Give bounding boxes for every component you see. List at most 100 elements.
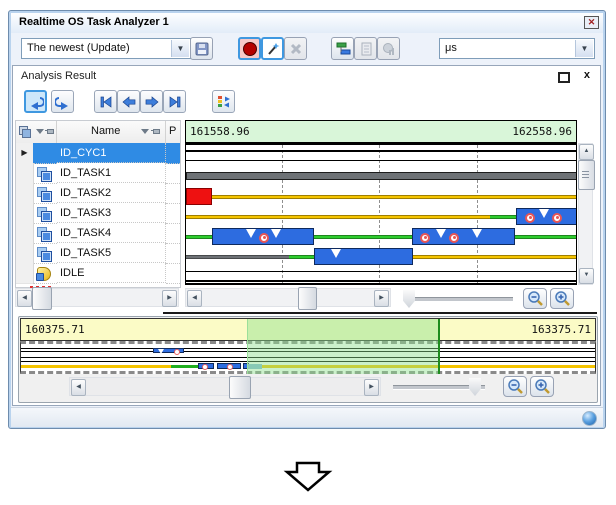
scroll-right-icon[interactable]: ▶ <box>374 290 389 307</box>
table-row[interactable]: IDLE <box>16 263 180 283</box>
header-pin-cell[interactable] <box>16 121 57 143</box>
ID_TASK5-line-segment <box>186 255 289 260</box>
row-indicator-cell <box>16 183 34 204</box>
scroll-right-icon[interactable]: ▶ <box>364 379 379 396</box>
gantt-chart[interactable] <box>185 143 577 285</box>
scroll-up-icon[interactable]: ▲ <box>579 144 594 160</box>
overview-start-value: 160375.71 <box>25 323 85 336</box>
report-button[interactable] <box>354 37 377 60</box>
row-indicator-cell <box>16 243 34 264</box>
header-priority-cell[interactable]: P <box>166 121 180 143</box>
navigation-toolbar <box>13 87 600 118</box>
window-close-button[interactable]: ✕ <box>584 16 599 29</box>
overview-end-value: 163375.71 <box>531 323 591 336</box>
table-row[interactable]: ID_TASK4 <box>16 223 180 243</box>
unit-dropdown[interactable]: μs ▼ <box>439 38 595 59</box>
save-icon <box>194 41 210 57</box>
ID_CYC1-thin-segment <box>186 160 577 162</box>
overview-zoom-slider-thumb[interactable] <box>469 378 481 396</box>
scroll-right-icon[interactable]: ▶ <box>162 290 177 307</box>
table-row[interactable]: ▶ID_CYC1 <box>16 143 180 163</box>
priority-cell <box>166 163 180 184</box>
save-button[interactable] <box>190 37 213 60</box>
gantt-vertical-scrollbar[interactable]: ▲ ▼ <box>578 143 593 285</box>
scroll-left-icon[interactable]: ◀ <box>17 290 32 307</box>
table-row[interactable]: ID_TASK2 <box>16 183 180 203</box>
table-row[interactable]: ID_TASK5 <box>16 243 180 263</box>
down-arrow-icon <box>282 460 334 496</box>
row-indicator-cell <box>16 223 34 244</box>
scrollbar-thumb[interactable] <box>32 287 52 310</box>
priority-cell <box>166 263 180 284</box>
overview-scrollbar[interactable]: ◀ ▶ <box>69 377 381 396</box>
zoom-in-button[interactable] <box>550 288 574 309</box>
zoom-out-icon <box>507 378 524 395</box>
overview-pane: 160375.71 163375.71 ◀ ▶ <box>18 316 598 403</box>
statistics-button[interactable] <box>377 37 400 60</box>
next-transition-button[interactable] <box>51 90 74 113</box>
event-marker-ring-icon <box>259 233 269 243</box>
priority-cell <box>166 243 180 264</box>
zoom-in-button[interactable] <box>530 376 554 397</box>
task-name-label: ID_TASK5 <box>57 243 166 263</box>
scrollbar-thumb[interactable] <box>298 287 317 310</box>
next-transition-icon <box>55 94 71 110</box>
table-horizontal-scrollbar[interactable]: ◀ ▶ <box>15 288 179 307</box>
task-icon <box>36 225 52 241</box>
clear-icon <box>289 42 303 56</box>
row-indicator-cell <box>16 263 34 284</box>
report-icon <box>358 41 374 57</box>
task-icon <box>36 185 52 201</box>
scroll-down-icon[interactable]: ▼ <box>579 268 594 284</box>
panel-title: Analysis Result <box>21 70 96 82</box>
event-marker-ring-icon <box>227 364 233 370</box>
zoom-in-icon <box>534 378 551 395</box>
zoom-slider-track[interactable] <box>403 297 513 302</box>
table-row[interactable]: ID_TASK3 <box>16 203 180 223</box>
analysis-result-panel: Analysis Result x <box>12 65 601 406</box>
scrollbar-thumb[interactable] <box>229 376 251 399</box>
task-icon <box>36 205 52 221</box>
task-name-label: ID_TASK3 <box>57 203 166 223</box>
header-name-cell[interactable]: Name <box>57 121 166 143</box>
priority-cell <box>166 223 180 244</box>
table-row[interactable]: ID_TASK1 <box>16 163 180 183</box>
prev-event-button[interactable] <box>117 90 140 113</box>
zoom-out-button[interactable] <box>503 376 527 397</box>
filter-icon[interactable] <box>141 129 149 134</box>
scroll-left-icon[interactable]: ◀ <box>187 290 202 307</box>
name-column-label: Name <box>91 125 120 137</box>
first-event-button[interactable] <box>94 90 117 113</box>
clear-button[interactable] <box>284 37 307 60</box>
prev-transition-button[interactable] <box>24 90 47 113</box>
toggle-transition-icon <box>216 94 232 110</box>
scroll-left-icon[interactable]: ◀ <box>71 379 86 396</box>
zoom-slider-thumb[interactable] <box>403 290 415 308</box>
record-button[interactable] <box>238 37 261 60</box>
gantt-horizontal-scrollbar[interactable]: ◀ ▶ <box>185 288 391 307</box>
task-icon <box>36 165 52 181</box>
gantt-scale-header: 161558.96 162558.96 <box>185 120 577 143</box>
ID_TASK3-line-segment <box>490 215 516 220</box>
toggle-transition-button[interactable] <box>212 90 235 113</box>
transition-view-button[interactable] <box>331 37 354 60</box>
float-window-icon[interactable] <box>558 72 570 83</box>
chevron-down-icon[interactable]: ▼ <box>575 40 593 57</box>
pin-icon[interactable] <box>153 129 160 134</box>
panel-close-button[interactable]: x <box>584 69 590 81</box>
zoom-out-button[interactable] <box>523 288 547 309</box>
last-event-button[interactable] <box>163 90 186 113</box>
task-table[interactable]: Name P ▶ID_CYC1ID_TASK1ID_TASK2ID_TASK3I… <box>15 120 181 288</box>
pick-tool-button[interactable] <box>261 37 284 60</box>
status-sphere-icon <box>582 411 597 426</box>
scrollbar-thumb[interactable] <box>578 160 595 190</box>
transition-view-icon <box>335 41 351 57</box>
prev-transition-icon <box>28 94 44 110</box>
profile-dropdown-value: The newest (Update) <box>27 42 130 54</box>
profile-dropdown[interactable]: The newest (Update) ▼ <box>21 38 191 59</box>
titlebar: Realtime OS Task Analyzer 1 ✕ <box>11 13 603 34</box>
next-event-button[interactable] <box>140 90 163 113</box>
chevron-down-icon[interactable]: ▼ <box>171 40 189 57</box>
viewport-region[interactable] <box>247 319 440 374</box>
statistics-icon <box>381 41 397 57</box>
